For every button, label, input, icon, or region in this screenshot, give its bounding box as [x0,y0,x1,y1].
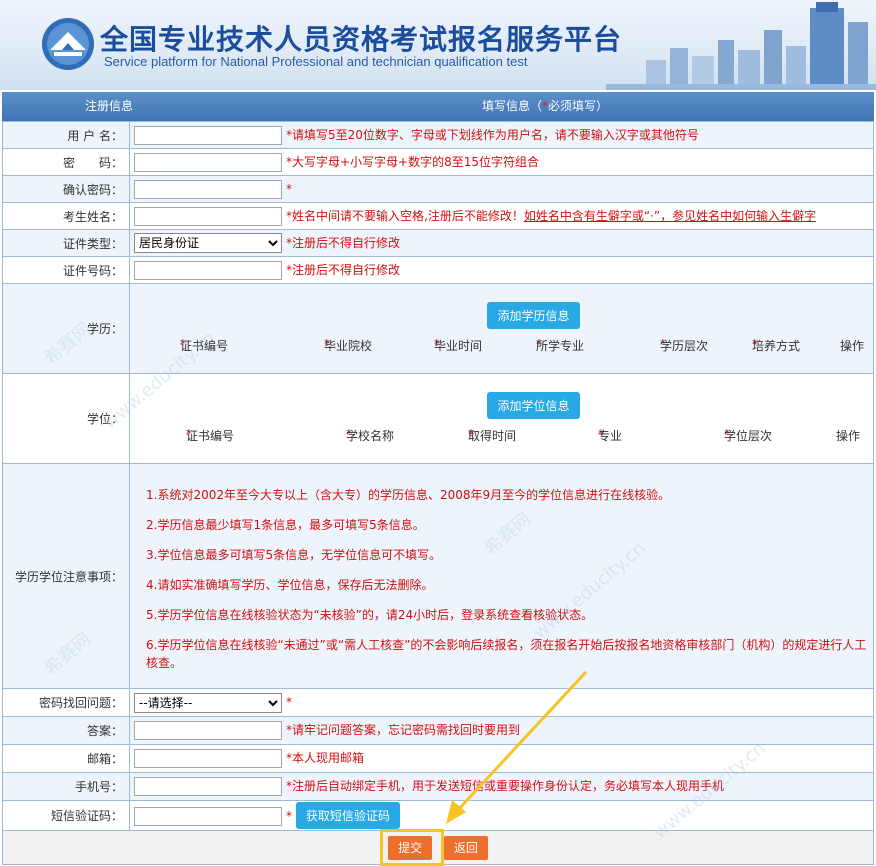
hint-answer: *请牢记问题答案，忘记密码需找回时要用到 [286,723,521,737]
answer-input[interactable] [134,721,282,740]
row-password: 密 码： *大写字母+小写字母+数字的8至15位字符组合 [2,148,874,176]
password-input[interactable] [134,152,282,172]
label-notes: 学历学位注意事项： [2,463,130,689]
submit-highlight-box [380,829,444,866]
realname-input[interactable] [134,206,282,226]
hint-realname: *姓名中间请不要输入空格,注册后不能修改！如姓名中含有生僻字或“·”，参见姓名中… [286,208,817,223]
row-sms: 短信验证码： * 获取短信验证码 [2,800,874,831]
label-username: 用 户 名： [2,121,130,149]
label-realname: 考生姓名： [2,202,130,230]
row-confirm: 确认密码： * [2,175,874,203]
back-button[interactable]: 返回 [443,835,488,860]
row-notes: 学历学位注意事项： 1.系统对2002年至今大专以上（含大专）的学历信息、200… [2,463,874,689]
note-item: 4.请如实准确填写学历、学位信息，保存后无法删除。 [146,578,434,592]
hint-id-type: *注册后不得自行修改 [286,235,401,250]
label-education: 学历： [2,283,130,374]
label-answer: 答案： [2,716,130,745]
id-number-input[interactable] [134,260,282,280]
confirm-password-input[interactable] [134,179,282,199]
phone-input[interactable] [134,777,282,796]
row-question: 密码找回问题： --请选择-- * [2,688,874,717]
label-confirm: 确认密码： [2,175,130,203]
education-columns: * 证书编号 * 毕业院校 * 毕业时间 * 所学专业 * 学历层次 * 培养方… [180,337,865,353]
hint-id-number: *注册后不得自行修改 [286,262,401,277]
label-sms: 短信验证码： [2,800,130,831]
row-answer: 答案： *请牢记问题答案，忘记密码需找回时要用到 [2,716,874,745]
platform-logo-icon [42,18,94,70]
col-register-info: 注册信息 [84,99,133,113]
row-email: 邮箱： *本人现用邮箱 [2,744,874,773]
add-education-button[interactable]: 添加学历信息 [487,302,580,329]
site-title: 全国专业技术人员资格考试报名服务平台 [100,23,623,56]
label-email: 邮箱： [2,744,130,773]
notes-list: 1.系统对2002年至今大专以上（含大专）的学历信息、2008年9月至今的学位信… [129,463,874,689]
city-skyline-image [606,2,876,90]
hint-email: *本人现用邮箱 [286,751,365,765]
hint-question: * [286,695,292,709]
col-fill-info: 填写信息（*必须填写） [481,99,609,113]
hint-confirm: * [286,181,292,196]
site-banner: 全国专业技术人员资格考试报名服务平台 Service platform for … [0,0,876,90]
label-question: 密码找回问题： [2,688,130,717]
row-id-type: 证件类型： 居民身份证 *注册后不得自行修改 [2,229,874,257]
rare-char-help-link[interactable]: 如姓名中含有生僻字或“·”，参见姓名中如何输入生僻字 [524,209,816,223]
row-id-number: 证件号码： *注册后不得自行修改 [2,256,874,284]
label-degree: 学位： [2,373,130,464]
edu-col-action: 操作 [840,339,865,353]
note-item: 3.学位信息最多可填写5条信息，无学位信息可不填写。 [146,548,442,562]
hint-password: *大写字母+小写字母+数字的8至15位字符组合 [286,154,540,169]
email-input[interactable] [134,749,282,768]
degree-columns: * 证书编号 * 学校名称 * 取得时间 * 专业 * 学位层次 操作 [186,427,861,443]
security-question-select[interactable]: --请选择-- [134,692,282,713]
hint-username: *请填写5至20位数字、字母或下划线作为用户名，请不要输入汉字或其他符号 [286,127,699,142]
row-degree: 学位： 添加学位信息 * 证书编号 * 学校名称 * 取得时间 * 专业 * 学… [2,373,874,464]
label-id-type: 证件类型： [2,229,130,257]
registration-form: 用 户 名： *请填写5至20位数字、字母或下划线作为用户名，请不要输入汉字或其… [2,121,874,865]
label-id-number: 证件号码： [2,256,130,284]
sms-code-input[interactable] [134,807,282,826]
row-username: 用 户 名： *请填写5至20位数字、字母或下划线作为用户名，请不要输入汉字或其… [2,121,874,149]
site-subtitle: Service platform for National Profession… [104,54,528,69]
hint-phone: *注册后自动绑定手机，用于发送短信或重要操作身份认定，务必填写本人现用手机 [286,779,725,793]
form-column-header: 注册信息 填写信息（*必须填写） [2,92,874,121]
username-input[interactable] [134,125,282,145]
label-phone: 手机号： [2,772,130,801]
note-item: 2.学历信息最少填写1条信息，最多可填写5条信息。 [146,518,425,532]
get-sms-code-button[interactable]: 获取短信验证码 [295,802,400,829]
hint-sms: * [286,809,292,823]
row-realname: 考生姓名： *姓名中间请不要输入空格,注册后不能修改！如姓名中含有生僻字或“·”… [2,202,874,230]
note-item: 1.系统对2002年至今大专以上（含大专）的学历信息、2008年9月至今的学位信… [146,488,671,502]
add-degree-button[interactable]: 添加学位信息 [487,392,580,419]
note-item: 5.学历学位信息在线核验状态为“未核验”的，请24小时后，登录系统查看核验状态。 [146,608,594,622]
note-item: 6.学历学位信息在线核验“未通过”或“需人工核查”的不会影响后续报名，须在报名开… [146,638,867,670]
id-type-select[interactable]: 居民身份证 [134,233,282,253]
row-education: 学历： 添加学历信息 * 证书编号 * 毕业院校 * 毕业时间 * 所学专业 *… [2,283,874,374]
label-password: 密 码： [2,148,130,176]
deg-col-action: 操作 [836,429,861,443]
row-phone: 手机号： *注册后自动绑定手机，用于发送短信或重要操作身份认定，务必填写本人现用… [2,772,874,801]
